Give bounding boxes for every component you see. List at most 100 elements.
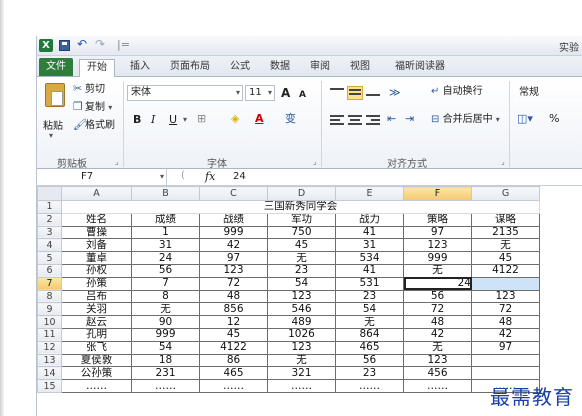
row-header[interactable]: 4 xyxy=(37,238,62,253)
save-icon[interactable] xyxy=(59,40,70,51)
row-header[interactable]: 8 xyxy=(37,289,62,304)
underline-button[interactable]: U xyxy=(169,113,177,127)
cell[interactable]: 无 xyxy=(403,263,472,278)
cell[interactable]: 456 xyxy=(403,366,472,381)
cell[interactable]: 465 xyxy=(199,366,268,381)
cell[interactable]: 无 xyxy=(335,315,404,329)
cell[interactable]: 90 xyxy=(131,315,200,329)
cell[interactable]: 72 xyxy=(199,276,268,291)
cell[interactable]: 24 xyxy=(403,276,472,291)
cell[interactable] xyxy=(471,276,540,291)
tab-foxit-reader[interactable]: 福昕阅读器 xyxy=(385,59,455,76)
row-header[interactable]: 6 xyxy=(37,263,62,278)
cell[interactable]: 123 xyxy=(267,340,336,355)
cut-button[interactable]: ✂ 剪切 xyxy=(73,83,105,96)
cell[interactable]: 48 xyxy=(199,289,268,304)
cell[interactable]: 123 xyxy=(403,238,472,253)
cell[interactable]: 12 xyxy=(199,315,268,329)
cell[interactable]: 吕布 xyxy=(61,289,132,304)
paste-icon[interactable] xyxy=(45,83,65,107)
cell[interactable]: 7 xyxy=(131,276,200,291)
column-header-a[interactable]: A xyxy=(61,186,132,201)
borders-icon[interactable]: ⊞ xyxy=(197,112,206,126)
row-header[interactable]: 11 xyxy=(37,327,62,342)
wrap-text-button[interactable]: ↵ 自动换行 xyxy=(431,85,483,99)
cell[interactable]: 41 xyxy=(335,225,404,240)
alignment-launcher-icon[interactable]: ⌟ xyxy=(501,157,505,166)
cell[interactable]: 2135 xyxy=(471,225,540,240)
cell[interactable]: 赵云 xyxy=(61,315,132,329)
cell[interactable]: 45 xyxy=(199,327,268,342)
cell[interactable]: 534 xyxy=(335,251,404,265)
cell[interactable]: 56 xyxy=(335,353,404,368)
column-header-f[interactable]: F xyxy=(403,186,472,201)
cell[interactable]: 42 xyxy=(471,327,540,342)
cell[interactable]: 公孙策 xyxy=(61,366,132,381)
paste-dropdown-icon[interactable]: ▾ xyxy=(49,131,53,140)
cell[interactable]: 孙权 xyxy=(61,263,132,278)
cell[interactable]: 546 xyxy=(267,302,336,317)
clipboard-launcher-icon[interactable]: ⌟ xyxy=(115,157,119,166)
cell[interactable]: 8 xyxy=(131,289,200,304)
tab-insert[interactable]: 插入 xyxy=(125,59,155,76)
cell[interactable]: …… xyxy=(131,379,200,393)
cell[interactable]: 999 xyxy=(199,225,268,240)
undo-icon[interactable]: ↶ xyxy=(77,37,87,51)
font-size-select[interactable]: 11 ▾ xyxy=(245,85,275,101)
cell[interactable]: 4122 xyxy=(471,263,540,278)
cell[interactable]: 无 xyxy=(267,353,336,368)
font-launcher-icon[interactable]: ⌟ xyxy=(313,157,317,166)
cell[interactable]: 54 xyxy=(131,340,200,355)
row-header[interactable]: 2 xyxy=(37,212,62,227)
cell[interactable]: 刘备 xyxy=(61,238,132,253)
cell[interactable]: 531 xyxy=(335,276,404,291)
cell[interactable]: 无 xyxy=(267,251,336,265)
cell[interactable]: 曹操 xyxy=(61,225,132,240)
cell[interactable]: 23 xyxy=(335,289,404,304)
percent-icon[interactable]: % xyxy=(549,112,559,126)
column-header-c[interactable]: C xyxy=(199,186,268,201)
merge-center-button[interactable]: ⊟ 合并后居中 ▾ xyxy=(431,113,500,127)
column-header-g[interactable]: G xyxy=(471,186,540,201)
tab-data[interactable]: 数据 xyxy=(265,59,295,76)
tab-formulas[interactable]: 公式 xyxy=(225,59,255,76)
cell[interactable]: 张飞 xyxy=(61,340,132,355)
cell[interactable]: 1026 xyxy=(267,327,336,342)
cell[interactable]: 123 xyxy=(199,263,268,278)
select-all-corner[interactable] xyxy=(37,186,62,201)
cell[interactable]: …… xyxy=(61,379,132,393)
cell[interactable]: 97 xyxy=(471,340,540,355)
cell[interactable]: 无 xyxy=(403,340,472,355)
cell[interactable]: 18 xyxy=(131,353,200,368)
table-header-cell[interactable]: 战绩 xyxy=(199,212,268,227)
customize-qat-button[interactable]: |= xyxy=(117,38,130,51)
format-painter-button[interactable]: 🖌格式刷 xyxy=(73,119,115,132)
bold-button[interactable]: B xyxy=(133,113,141,127)
sheet-title-cell[interactable]: 三国新秀同学会 xyxy=(61,200,540,214)
cell[interactable]: 无 xyxy=(471,238,540,253)
cell[interactable]: 123 xyxy=(471,289,540,304)
table-header-cell[interactable]: 战力 xyxy=(335,212,404,227)
row-header[interactable]: 15 xyxy=(37,379,62,393)
cell[interactable]: 23 xyxy=(335,366,404,381)
cell[interactable]: 54 xyxy=(267,276,336,291)
cell[interactable]: 41 xyxy=(335,263,404,278)
number-format-select[interactable]: 常规 xyxy=(515,85,582,101)
cell[interactable]: 231 xyxy=(131,366,200,381)
tab-view[interactable]: 视图 xyxy=(345,59,375,76)
cell[interactable]: 31 xyxy=(131,238,200,253)
decrease-indent-icon[interactable]: ⇤ xyxy=(387,112,396,126)
cell[interactable]: 孔明 xyxy=(61,327,132,342)
cell[interactable]: 123 xyxy=(267,289,336,304)
column-header-d[interactable]: D xyxy=(267,186,336,201)
align-bottom-icon[interactable] xyxy=(365,86,381,100)
cell[interactable]: 无 xyxy=(131,302,200,317)
cell[interactable]: 54 xyxy=(335,302,404,317)
fill-color-icon[interactable]: ◈ xyxy=(231,112,239,126)
row-header[interactable]: 1 xyxy=(37,200,62,214)
cell[interactable]: 856 xyxy=(199,302,268,317)
cell[interactable]: 48 xyxy=(403,315,472,329)
tab-home[interactable]: 开始 xyxy=(79,59,115,78)
cell[interactable]: 董卓 xyxy=(61,251,132,265)
redo-icon[interactable]: ↷ xyxy=(95,37,105,51)
